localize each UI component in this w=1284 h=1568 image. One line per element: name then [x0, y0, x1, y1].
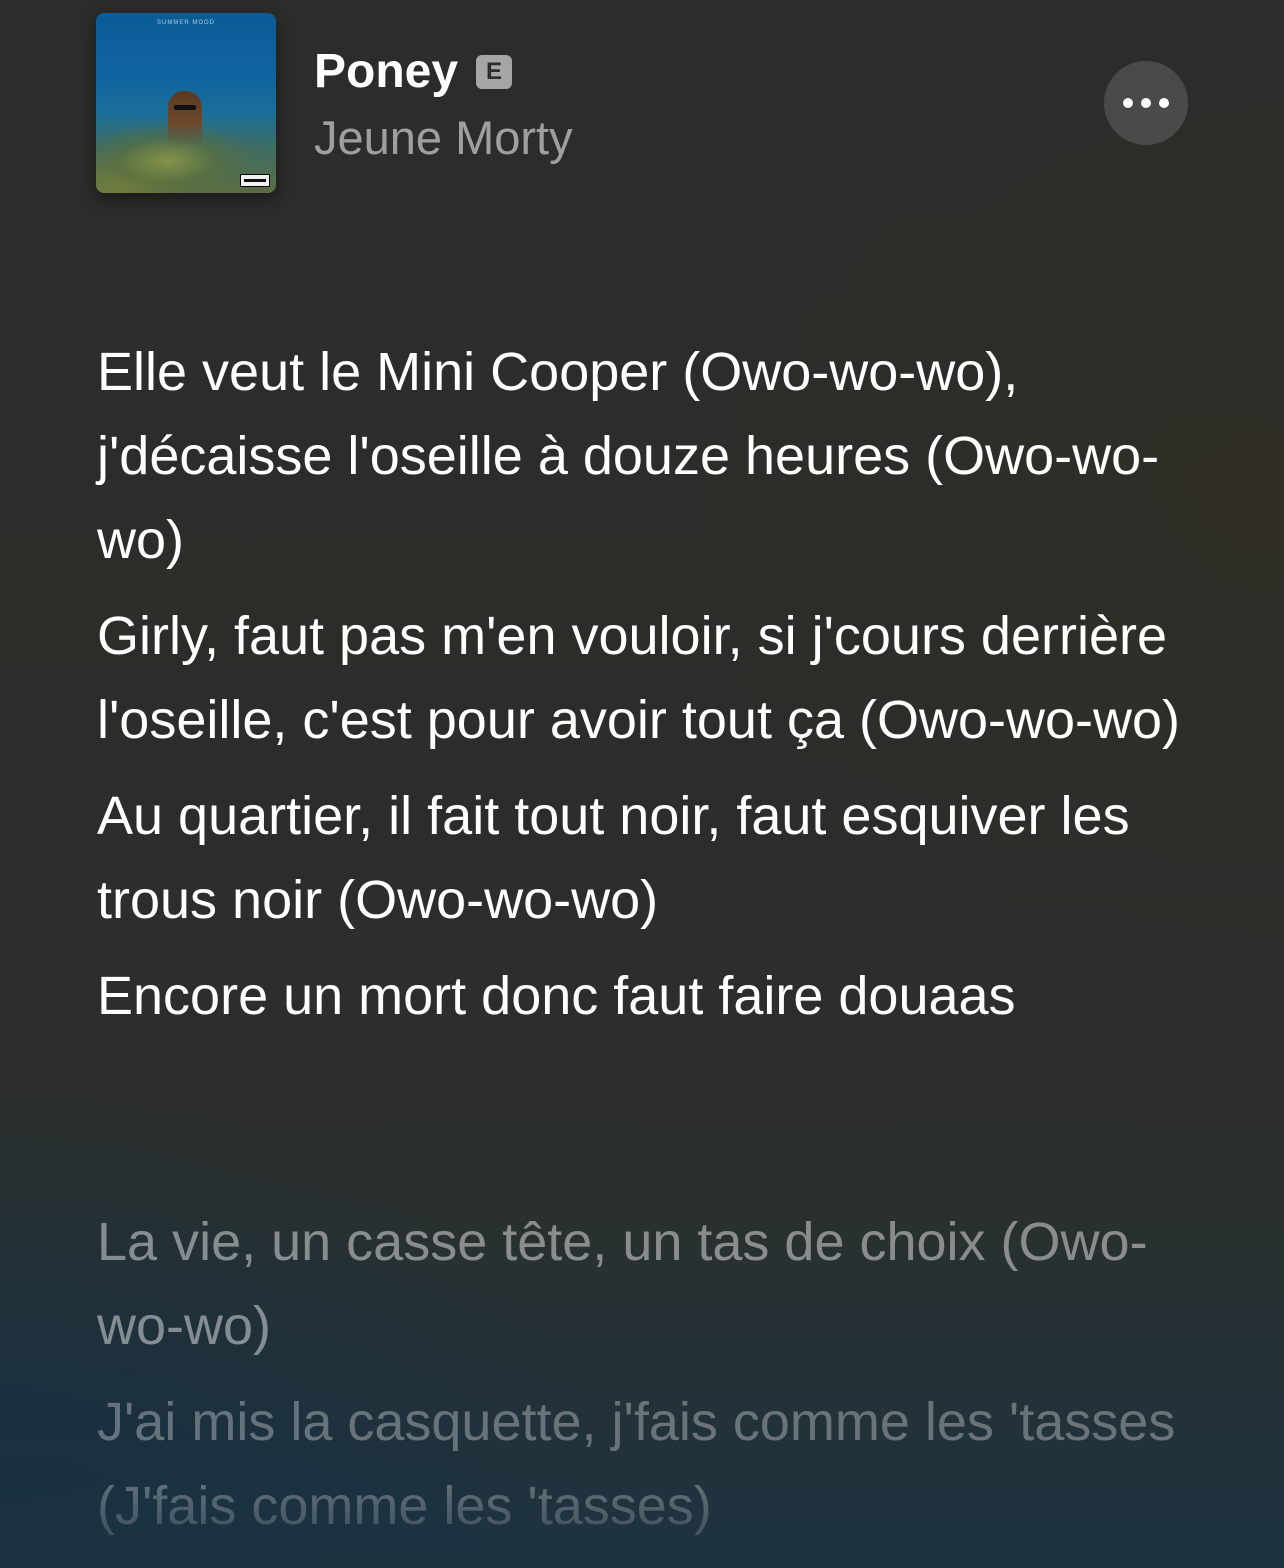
song-title[interactable]: Poney: [314, 44, 458, 100]
lyric-line[interactable]: J'ai mis la casquette, j'fais comme les …: [97, 1380, 1197, 1548]
ellipsis-icon: [1159, 98, 1169, 108]
artist-name[interactable]: Jeune Morty: [314, 110, 573, 166]
now-playing-header: SUMMER MOOD Poney E Jeune Morty: [0, 0, 1284, 230]
parental-advisory-label: [240, 174, 270, 187]
ellipsis-icon: [1141, 98, 1151, 108]
song-title-row: Poney E: [314, 44, 513, 100]
more-options-button[interactable]: [1104, 61, 1188, 145]
ellipsis-icon: [1123, 98, 1133, 108]
artwork-cover-text: SUMMER MOOD: [157, 20, 215, 26]
artwork-sunglasses: [174, 105, 196, 110]
verse-gap: [97, 1050, 1197, 1200]
album-artwork[interactable]: SUMMER MOOD: [96, 13, 276, 193]
lyric-line[interactable]: Encore un mort donc faut faire douaas: [97, 954, 1197, 1038]
lyric-line[interactable]: Au quartier, il fait tout noir, faut esq…: [97, 774, 1197, 942]
explicit-badge: E: [476, 55, 513, 89]
lyrics-view[interactable]: Elle veut le Mini Cooper (Owo-wo-wo), j'…: [97, 330, 1197, 1560]
lyric-line[interactable]: Girly, faut pas m'en vouloir, si j'cours…: [97, 594, 1197, 762]
lyric-line[interactable]: La vie, un casse tête, un tas de choix (…: [97, 1200, 1197, 1368]
lyric-line[interactable]: Elle veut le Mini Cooper (Owo-wo-wo), j'…: [97, 330, 1197, 582]
artwork-figure: [168, 91, 202, 147]
